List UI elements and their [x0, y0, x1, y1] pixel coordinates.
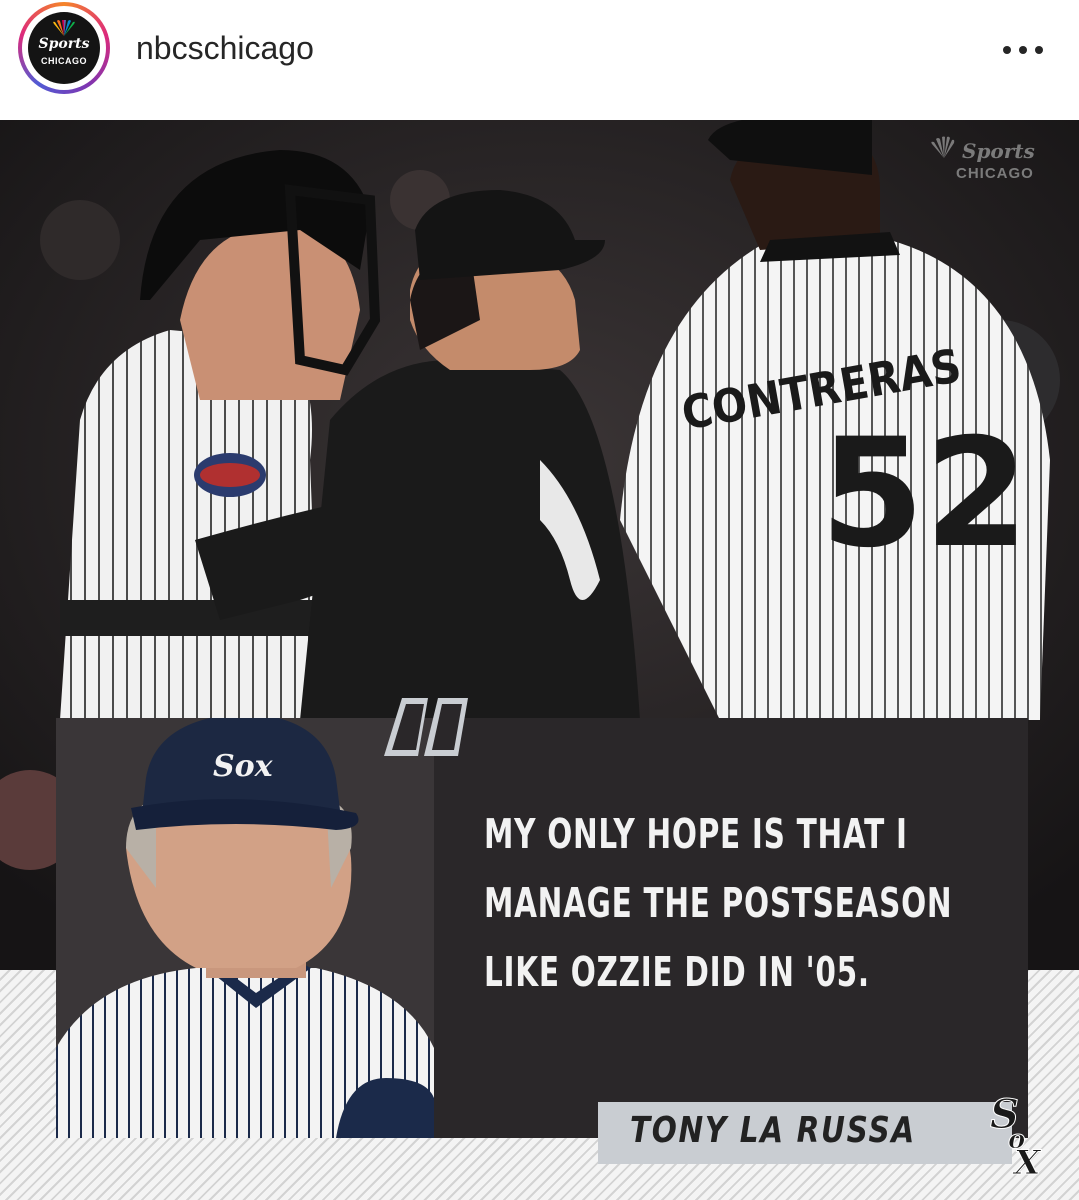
username-link[interactable]: nbcschicago — [136, 30, 314, 67]
svg-text:X: X — [1012, 1143, 1042, 1178]
peacock-icon — [53, 20, 75, 36]
avatar[interactable]: Sports CHICAGO — [28, 12, 100, 84]
svg-text:Sox: Sox — [213, 749, 274, 784]
avatar-text-sports: Sports — [38, 36, 90, 52]
more-horizontal-icon[interactable] — [1000, 38, 1046, 62]
jersey-number: 52 — [820, 407, 1029, 581]
attribution-text: TONY LA RUSSA — [630, 1110, 916, 1151]
white-sox-logo: S o X — [990, 1091, 1043, 1179]
post-header: Sports CHICAGO nbcschicago — [0, 0, 1079, 120]
avatar-text-chicago: CHICAGO — [41, 56, 87, 66]
quote-line: MANAGE THE POSTSEASON — [484, 879, 953, 927]
tony-la-russa-portrait: Sox — [56, 718, 434, 1138]
quote-marks-icon — [384, 698, 468, 756]
watermark-sports: Sports — [962, 139, 1035, 163]
watermark-chicago: CHICAGO — [956, 165, 1034, 182]
post-image[interactable]: CONTRERAS 52 Sports CHICAGO Sox MY ONLY … — [0, 120, 1079, 1200]
quote-line: MY ONLY HOPE IS THAT I — [484, 810, 908, 858]
nbc-sports-chicago-logo: Sports CHICAGO — [931, 136, 1035, 182]
quote-line: LIKE OZZIE DID IN '05. — [484, 948, 870, 996]
quote-text: MY ONLY HOPE IS THAT I MANAGE THE POSTSE… — [484, 800, 953, 1007]
